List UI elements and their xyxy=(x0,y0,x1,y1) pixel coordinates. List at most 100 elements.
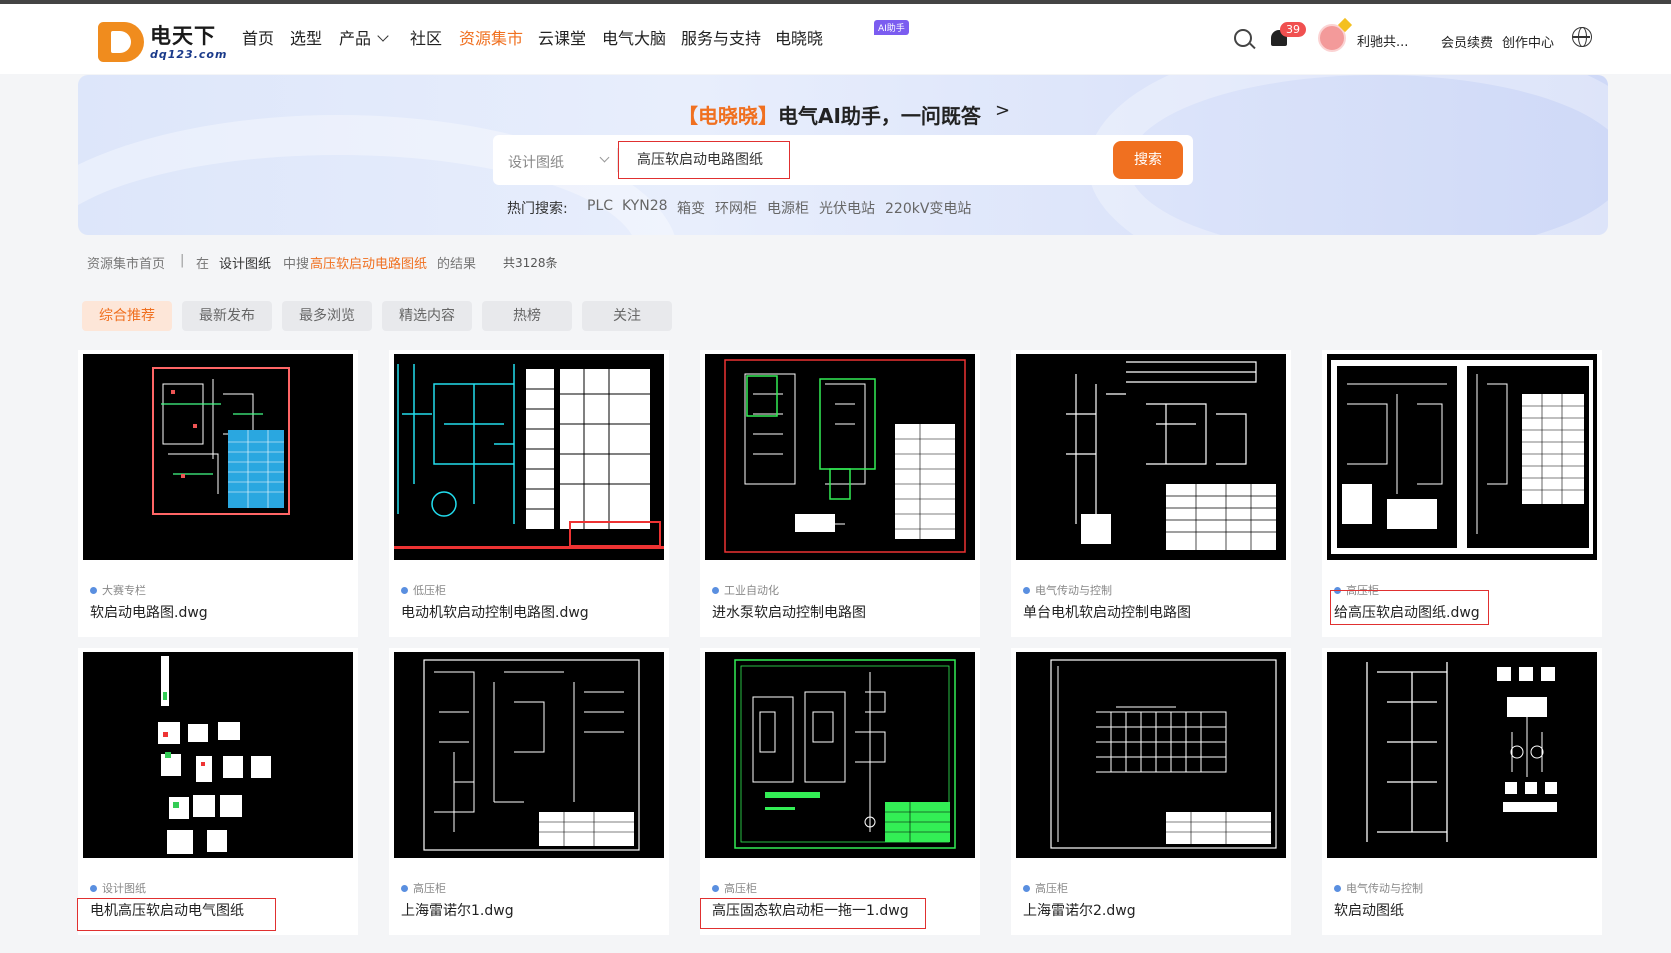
result-count: 共3128条 xyxy=(503,256,558,270)
nav-dianxiaoxiao[interactable]: 电晓晓 xyxy=(775,25,823,49)
hot-search-item[interactable]: 箱变 xyxy=(677,198,705,218)
highlight-box xyxy=(1330,590,1489,625)
search-category-select[interactable]: 设计图纸 xyxy=(508,152,564,172)
search-input[interactable]: 高压软启动电路图纸 xyxy=(618,141,790,179)
hot-search-item[interactable]: KYN28 xyxy=(622,198,668,214)
ai-promo-arrow-icon[interactable]: > xyxy=(995,100,1010,121)
drawing-thumbnail xyxy=(1327,652,1597,858)
breadcrumb-mid: 中搜 xyxy=(283,257,310,272)
cad-preview-image xyxy=(152,367,290,515)
member-renew-link[interactable]: 会员续费 xyxy=(1441,32,1493,51)
search-bar xyxy=(493,135,1193,185)
search-icon[interactable] xyxy=(1234,29,1252,47)
chevron-down-icon xyxy=(377,30,389,42)
cad-preview-image xyxy=(724,359,966,553)
resource-card[interactable]: 高压柜 高压固态软启动柜一拖一1.dwg xyxy=(700,648,980,935)
cad-preview-image xyxy=(1331,360,1593,554)
card-category-tag[interactable]: 高压柜 xyxy=(401,880,446,896)
user-name[interactable]: 利驰共... xyxy=(1357,31,1408,50)
highlight-box xyxy=(77,898,276,931)
drawing-thumbnail xyxy=(705,354,975,560)
logo-name: 电天下 xyxy=(150,24,216,48)
nav-products-label: 产品 xyxy=(339,29,372,48)
hot-search-label: 热门搜索: xyxy=(507,201,568,217)
globe-icon[interactable] xyxy=(1572,27,1592,47)
drawing-thumbnail xyxy=(394,652,664,858)
site-logo[interactable]: 电天下 dq123.com xyxy=(98,16,228,66)
card-title[interactable]: 进水泵软启动控制电路图 xyxy=(712,602,866,622)
breadcrumb-category: 设计图纸 xyxy=(219,257,272,272)
nav-products[interactable]: 产品 xyxy=(339,25,389,49)
card-title[interactable]: 上海雷诺尔2.dwg xyxy=(1023,900,1136,920)
drawing-thumbnail xyxy=(83,354,353,560)
resource-card[interactable]: 电气传动与控制 软启动图纸 xyxy=(1322,648,1602,935)
tab-following[interactable]: 关注 xyxy=(582,301,672,331)
nav-community[interactable]: 社区 xyxy=(410,25,442,49)
resource-card[interactable]: 工业自动化 进水泵软启动控制电路图 xyxy=(700,350,980,637)
resource-card[interactable]: 设计图纸 电机高压软启动电气图纸 xyxy=(78,648,358,935)
breadcrumb-suffix: 的结果 xyxy=(437,257,477,272)
nav-selection[interactable]: 选型 xyxy=(290,25,322,49)
nav-electric-brain[interactable]: 电气大脑 xyxy=(602,25,666,49)
resource-card[interactable]: 高压柜 上海雷诺尔2.dwg xyxy=(1011,648,1291,935)
cad-preview-image xyxy=(423,659,640,851)
tab-hot[interactable]: 热榜 xyxy=(482,301,572,331)
ai-assistant-promo[interactable]: 【电晓晓】电气AI助手，一问既答 xyxy=(678,100,981,129)
nav-marketplace[interactable]: 资源集市 xyxy=(459,25,523,49)
cad-preview-image xyxy=(1366,662,1557,842)
resource-card[interactable]: 低压柜 电动机软启动控制电路图.dwg xyxy=(389,350,669,637)
hot-search-item[interactable]: PLC xyxy=(587,198,613,214)
creator-center-link[interactable]: 创作中心 xyxy=(1502,32,1554,51)
tab-most-viewed[interactable]: 最多浏览 xyxy=(282,301,372,331)
ai-promo-brand: 【电晓晓】 xyxy=(678,104,778,128)
notification-badge: 39 xyxy=(1280,22,1306,37)
ai-promo-text: 电气AI助手，一问既答 xyxy=(778,104,981,128)
hot-search-item[interactable]: 电源柜 xyxy=(767,198,809,218)
drawing-thumbnail xyxy=(1016,652,1286,858)
card-category-tag[interactable]: 大赛专栏 xyxy=(90,582,146,598)
resource-card[interactable]: 大赛专栏 软启动电路图.dwg xyxy=(78,350,358,637)
hot-search-item[interactable]: 220kV变电站 xyxy=(885,198,971,218)
hot-search-item[interactable]: 环网柜 xyxy=(715,198,757,218)
drawing-thumbnail xyxy=(83,652,353,858)
card-title[interactable]: 软启动图纸 xyxy=(1334,900,1404,920)
logo-domain: dq123.com xyxy=(150,48,228,61)
resource-card[interactable]: 电气传动与控制 单台电机软启动控制电路图 xyxy=(1011,350,1291,637)
nav-home[interactable]: 首页 xyxy=(242,25,274,49)
card-category-tag[interactable]: 低压柜 xyxy=(401,582,446,598)
card-category-tag[interactable]: 电气传动与控制 xyxy=(1334,880,1423,896)
card-category-tag[interactable]: 电气传动与控制 xyxy=(1023,582,1112,598)
card-category-tag[interactable]: 设计图纸 xyxy=(90,880,146,896)
cad-preview-image xyxy=(1050,659,1277,849)
tab-latest[interactable]: 最新发布 xyxy=(182,301,272,331)
nav-courses[interactable]: 云课堂 xyxy=(538,25,586,49)
drawing-thumbnail xyxy=(394,354,664,560)
resource-card[interactable]: 高压柜 上海雷诺尔1.dwg xyxy=(389,648,669,935)
hot-search-item[interactable]: 光伏电站 xyxy=(819,198,875,218)
card-title[interactable]: 软启动电路图.dwg xyxy=(90,602,208,622)
card-category-tag[interactable]: 高压柜 xyxy=(712,880,757,896)
tab-featured[interactable]: 精选内容 xyxy=(382,301,472,331)
breadcrumb-home[interactable]: 资源集市首页 xyxy=(87,253,165,272)
search-button[interactable]: 搜索 xyxy=(1113,141,1183,179)
drawing-thumbnail xyxy=(705,652,975,858)
breadcrumb-separator: | xyxy=(180,253,185,268)
cad-preview-image xyxy=(394,364,664,549)
card-category-tag[interactable]: 高压柜 xyxy=(1023,880,1068,896)
card-title[interactable]: 上海雷诺尔1.dwg xyxy=(401,900,514,920)
card-title[interactable]: 电动机软启动控制电路图.dwg xyxy=(401,602,589,622)
cad-preview-image xyxy=(1066,361,1276,550)
ai-assistant-badge: AI助手 xyxy=(874,20,909,35)
card-category-tag[interactable]: 工业自动化 xyxy=(712,582,779,598)
cad-preview-image xyxy=(734,659,956,849)
card-title[interactable]: 单台电机软启动控制电路图 xyxy=(1023,602,1191,622)
logo-mark-icon xyxy=(98,22,144,62)
nav-service[interactable]: 服务与支持 xyxy=(681,25,761,49)
tab-recommended[interactable]: 综合推荐 xyxy=(82,301,172,331)
cad-preview-image xyxy=(158,656,271,854)
highlight-box xyxy=(700,898,926,929)
drawing-thumbnail xyxy=(1016,354,1286,560)
breadcrumb-keyword: 高压软启动电路图纸 xyxy=(310,257,428,272)
breadcrumb-in: 在 xyxy=(196,257,210,272)
drawing-thumbnail xyxy=(1327,354,1597,560)
